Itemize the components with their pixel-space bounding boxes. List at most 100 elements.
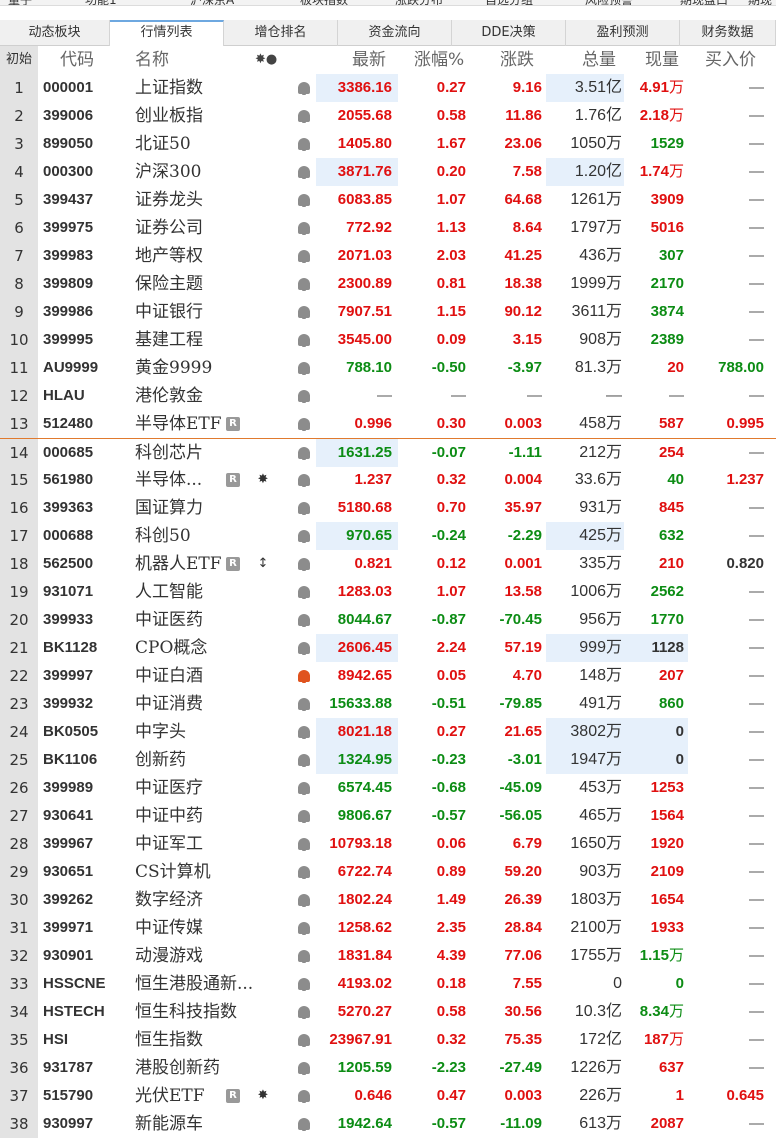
bell-icon[interactable] (298, 194, 310, 207)
bell-icon[interactable] (298, 1090, 310, 1103)
bell-icon[interactable] (298, 866, 310, 879)
table-row[interactable]: 28 399967 中证军工 10793.18 0.06 6.79 1650万 1920 — (0, 830, 776, 858)
bell-icon[interactable] (298, 166, 310, 179)
bell-icon[interactable] (298, 82, 310, 95)
bell-icon[interactable] (298, 950, 310, 963)
tab-financial-data[interactable]: 财务数据 (680, 20, 776, 46)
bell-icon[interactable] (298, 390, 310, 403)
bell-icon[interactable] (298, 1118, 310, 1131)
top-menu-item[interactable]: 涨跌分布 (395, 0, 443, 5)
table-row[interactable]: 26 399989 中证医疗 6574.45 -0.68 -45.09 453万 1253 — (0, 774, 776, 802)
header-cur[interactable]: 现量 (645, 46, 679, 74)
header-name[interactable]: 名称 (135, 46, 169, 74)
table-row[interactable]: 35 HSI 恒生指数 23967.91 0.32 75.35 172亿 187万 — (0, 1026, 776, 1054)
bell-icon[interactable] (298, 110, 310, 123)
table-row[interactable]: 30 399262 数字经济 1802.24 1.49 26.39 1803万 1654 — (0, 886, 776, 914)
header-bid[interactable]: 买入价 (705, 46, 756, 74)
table-row[interactable]: 31 399971 中证传媒 1258.62 2.35 28.84 2100万 1933 — (0, 914, 776, 942)
table-row[interactable]: 36 931787 港股创新药 1205.59 -2.23 -27.49 1226万 637 — (0, 1054, 776, 1082)
table-row[interactable]: 27 930641 中证中药 9806.67 -0.57 -56.05 465万 1564 — (0, 802, 776, 830)
top-menu-item[interactable]: 自选分组 (485, 0, 533, 5)
top-menu-item[interactable]: 沪深京A (190, 0, 234, 5)
bell-icon[interactable] (298, 362, 310, 375)
table-row[interactable]: 3 899050 北证50 1405.80 1.67 23.06 1050万 1529 — (0, 130, 776, 158)
table-row[interactable]: 6 399975 证券公司 772.92 1.13 8.64 1797万 5016 — (0, 214, 776, 242)
bell-icon[interactable] (298, 334, 310, 347)
table-row[interactable]: 15 561980 半导体... R ✸ 1.237 0.32 0.004 33.6万 40 1.2… (0, 466, 776, 494)
top-menu-item[interactable]: 量子 (8, 0, 32, 5)
table-row[interactable]: 13 512480 半导体ETF R 0.996 0.30 0.003 458万 587 0.99… (0, 410, 776, 438)
bell-icon[interactable] (298, 306, 310, 319)
bell-icon[interactable] (298, 418, 310, 431)
bell-icon[interactable] (298, 530, 310, 543)
alert-bell-icon[interactable] (298, 670, 310, 683)
bell-icon[interactable] (298, 614, 310, 627)
table-row[interactable]: 34 HSTECH 恒生科技指数 5270.27 0.58 30.56 10.3亿 8.34万… (0, 998, 776, 1026)
tab-fund-flow[interactable]: 资金流向 (338, 20, 452, 46)
table-row[interactable]: 16 399363 国证算力 5180.68 0.70 35.97 931万 845 — (0, 494, 776, 522)
bell-icon[interactable] (298, 278, 310, 291)
bell-icon[interactable] (298, 1006, 310, 1019)
header-vol[interactable]: 总量 (582, 46, 616, 74)
table-row[interactable]: 24 BK0505 中字头 8021.18 0.27 21.65 3802万 0 — (0, 718, 776, 746)
table-row[interactable]: 37 515790 光伏ETF R ✸ 0.646 0.47 0.003 226万 1 0.645 (0, 1082, 776, 1110)
table-row[interactable]: 33 HSSCNE 恒生港股通新... 4193.02 0.18 7.55 0 0 — (0, 970, 776, 998)
bell-icon[interactable] (298, 447, 310, 460)
bell-icon[interactable] (298, 250, 310, 263)
tab-position-rank[interactable]: 增仓排名 (224, 20, 338, 46)
table-row[interactable]: 12 HLAU 港伦敦金 — — — — — — (0, 382, 776, 410)
table-row[interactable]: 2 399006 创业板指 2055.68 0.58 11.86 1.76亿 2.18万 — (0, 102, 776, 130)
table-row[interactable]: 22 399997 中证白酒 8942.65 0.05 4.70 148万 207 — (0, 662, 776, 690)
table-row[interactable]: 11 AU9999 黄金9999 788.10 -0.50 -3.97 81.3万 20 788… (0, 354, 776, 382)
table-row[interactable]: 32 930901 动漫游戏 1831.84 4.39 77.06 1755万 1.15万 — (0, 942, 776, 970)
tab-dde[interactable]: DDE决策 (452, 20, 566, 46)
header-chg[interactable]: 涨跌 (500, 46, 534, 74)
bell-icon[interactable] (298, 558, 310, 571)
bell-icon[interactable] (298, 502, 310, 515)
tab-profit-forecast[interactable]: 盈利预测 (566, 20, 680, 46)
bell-icon[interactable] (298, 1062, 310, 1075)
bell-icon[interactable] (298, 698, 310, 711)
bell-icon[interactable] (298, 754, 310, 767)
table-row[interactable]: 17 000688 科创50 970.65 -0.24 -2.29 425万 632 — (0, 522, 776, 550)
table-row[interactable]: 29 930651 CS计算机 6722.74 0.89 59.20 903万 2109 — (0, 858, 776, 886)
bell-icon[interactable] (298, 222, 310, 235)
bell-icon[interactable] (298, 474, 310, 487)
top-menu-item[interactable]: 功能1 (85, 0, 117, 5)
bell-icon[interactable] (298, 894, 310, 907)
table-row[interactable]: 19 931071 人工智能 1283.03 1.07 13.58 1006万 2562 — (0, 578, 776, 606)
header-index[interactable]: 初始 (0, 46, 38, 74)
bell-icon[interactable] (298, 586, 310, 599)
bell-icon[interactable] (298, 138, 310, 151)
tab-quote-list[interactable]: 行情列表 (110, 20, 224, 47)
table-row[interactable]: 5 399437 证券龙头 6083.85 1.07 64.68 1261万 3909 — (0, 186, 776, 214)
top-menu-item[interactable]: 期现盘口 (680, 0, 728, 5)
table-row[interactable]: 21 BK1128 CPO概念 2606.45 2.24 57.19 999万 1128 — (0, 634, 776, 662)
header-price[interactable]: 最新 (352, 46, 386, 74)
table-row[interactable]: 25 BK1106 创新药 1324.95 -0.23 -3.01 1947万 0 — (0, 746, 776, 774)
tab-dynamic-sector[interactable]: 动态板块 (0, 20, 110, 46)
bell-icon[interactable] (298, 642, 310, 655)
header-pct[interactable]: 涨幅% (414, 46, 464, 74)
table-row[interactable]: 7 399983 地产等权 2071.03 2.03 41.25 436万 307 — (0, 242, 776, 270)
bell-icon[interactable] (298, 810, 310, 823)
bell-icon[interactable] (298, 782, 310, 795)
table-row[interactable]: 10 399995 基建工程 3545.00 0.09 3.15 908万 2389 — (0, 326, 776, 354)
top-menu-item[interactable]: 板块指数 (300, 0, 348, 5)
bell-icon[interactable] (298, 978, 310, 991)
table-row[interactable]: 20 399933 中证医药 8044.67 -0.87 -70.45 956万 1770 — (0, 606, 776, 634)
bell-icon[interactable] (298, 726, 310, 739)
header-flag[interactable]: ✸● (255, 46, 277, 74)
table-row[interactable]: 9 399986 中证银行 7907.51 1.15 90.12 3611万 3874 — (0, 298, 776, 326)
bell-icon[interactable] (298, 1034, 310, 1047)
table-row[interactable]: 4 000300 沪深300 3871.76 0.20 7.58 1.20亿 1.74万 — (0, 158, 776, 186)
table-row[interactable]: 8 399809 保险主题 2300.89 0.81 18.38 1999万 2170 — (0, 270, 776, 298)
table-row[interactable]: 1 000001 上证指数 3386.16 0.27 9.16 3.51亿 4.91万 — (0, 74, 776, 102)
table-row[interactable]: 23 399932 中证消费 15633.88 -0.51 -79.85 491万 860 — (0, 690, 776, 718)
table-row[interactable]: 18 562500 机器人ETF R ↕ 0.821 0.12 0.001 335万 210 0.8… (0, 550, 776, 578)
table-row[interactable]: 38 930997 新能源车 1942.64 -0.57 -11.09 613万 2087 — (0, 1110, 776, 1138)
header-code[interactable]: 代码 (60, 46, 94, 74)
top-menu-item[interactable]: 风险预警 (585, 0, 633, 5)
bell-icon[interactable] (298, 838, 310, 851)
top-menu-item[interactable]: 期现 (748, 0, 772, 5)
